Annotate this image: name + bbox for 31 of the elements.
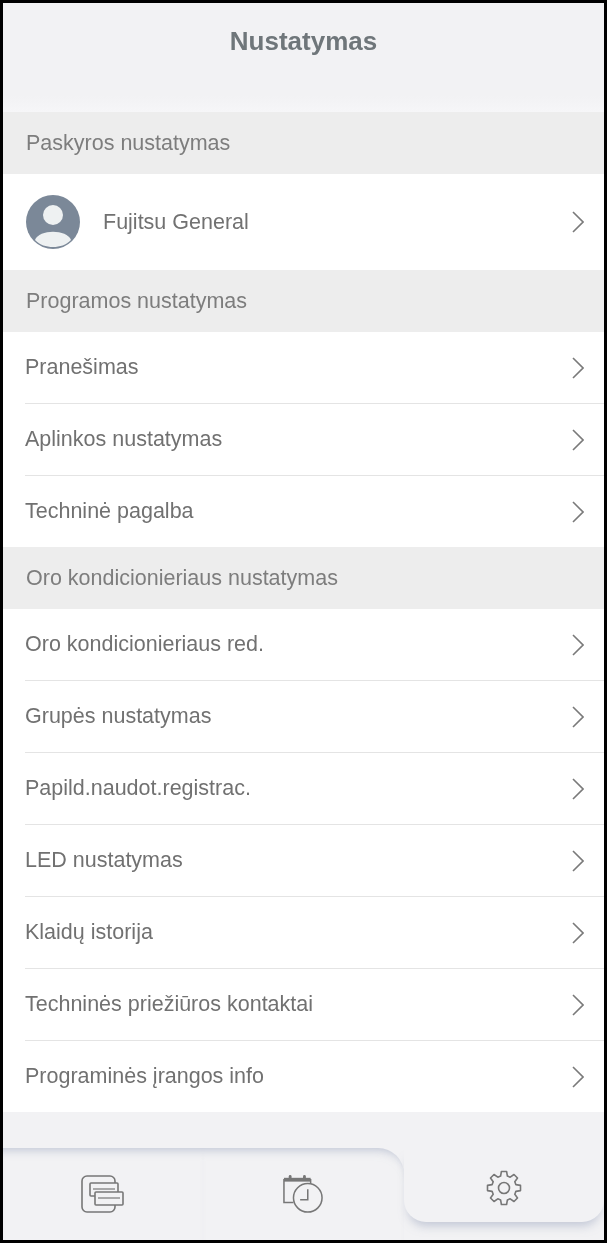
chevron-right-icon	[572, 633, 584, 656]
item-label: Programinės įrangos info	[25, 1064, 265, 1089]
stacked-windows-icon	[81, 1174, 126, 1214]
section-title: Paskyros nustatymas	[26, 130, 231, 156]
item-label: Klaidų istorija	[25, 920, 154, 945]
chevron-right-icon	[572, 500, 584, 523]
item-label: Techninė pagalba	[25, 499, 195, 524]
chevron-right-icon	[572, 705, 584, 728]
chevron-right-icon	[572, 211, 584, 233]
chevron-right-icon	[572, 849, 584, 872]
chevron-right-icon	[572, 428, 584, 451]
chevron-right-icon	[572, 356, 584, 379]
item-label: Techninės priežiūros kontaktai	[25, 992, 314, 1017]
chevron-right-icon	[572, 993, 584, 1016]
item-label: LED nustatymas	[25, 848, 184, 873]
calendar-clock-icon	[281, 1174, 326, 1214]
item-label: Pranešimas	[25, 355, 140, 380]
section-title: Oro kondicionieriaus nustatymas	[26, 565, 338, 591]
avatar-icon	[26, 195, 80, 249]
account-name: Fujitsu General	[103, 209, 250, 235]
item-label: Aplinkos nustatymas	[25, 427, 224, 452]
chevron-right-icon	[572, 1065, 584, 1088]
screen-title: Nustatymas	[229, 25, 378, 57]
item-label: Grupės nustatymas	[25, 704, 213, 729]
settings-icon	[485, 1170, 522, 1206]
item-label: Oro kondicionieriaus red.	[25, 632, 265, 657]
tab[interactable]	[403, 1148, 604, 1222]
item-label: Papild.naudot.registrac.	[25, 776, 252, 801]
chevron-right-icon	[572, 921, 584, 944]
chevron-right-icon	[572, 777, 584, 800]
section-title: Programos nustatymas	[26, 288, 248, 314]
